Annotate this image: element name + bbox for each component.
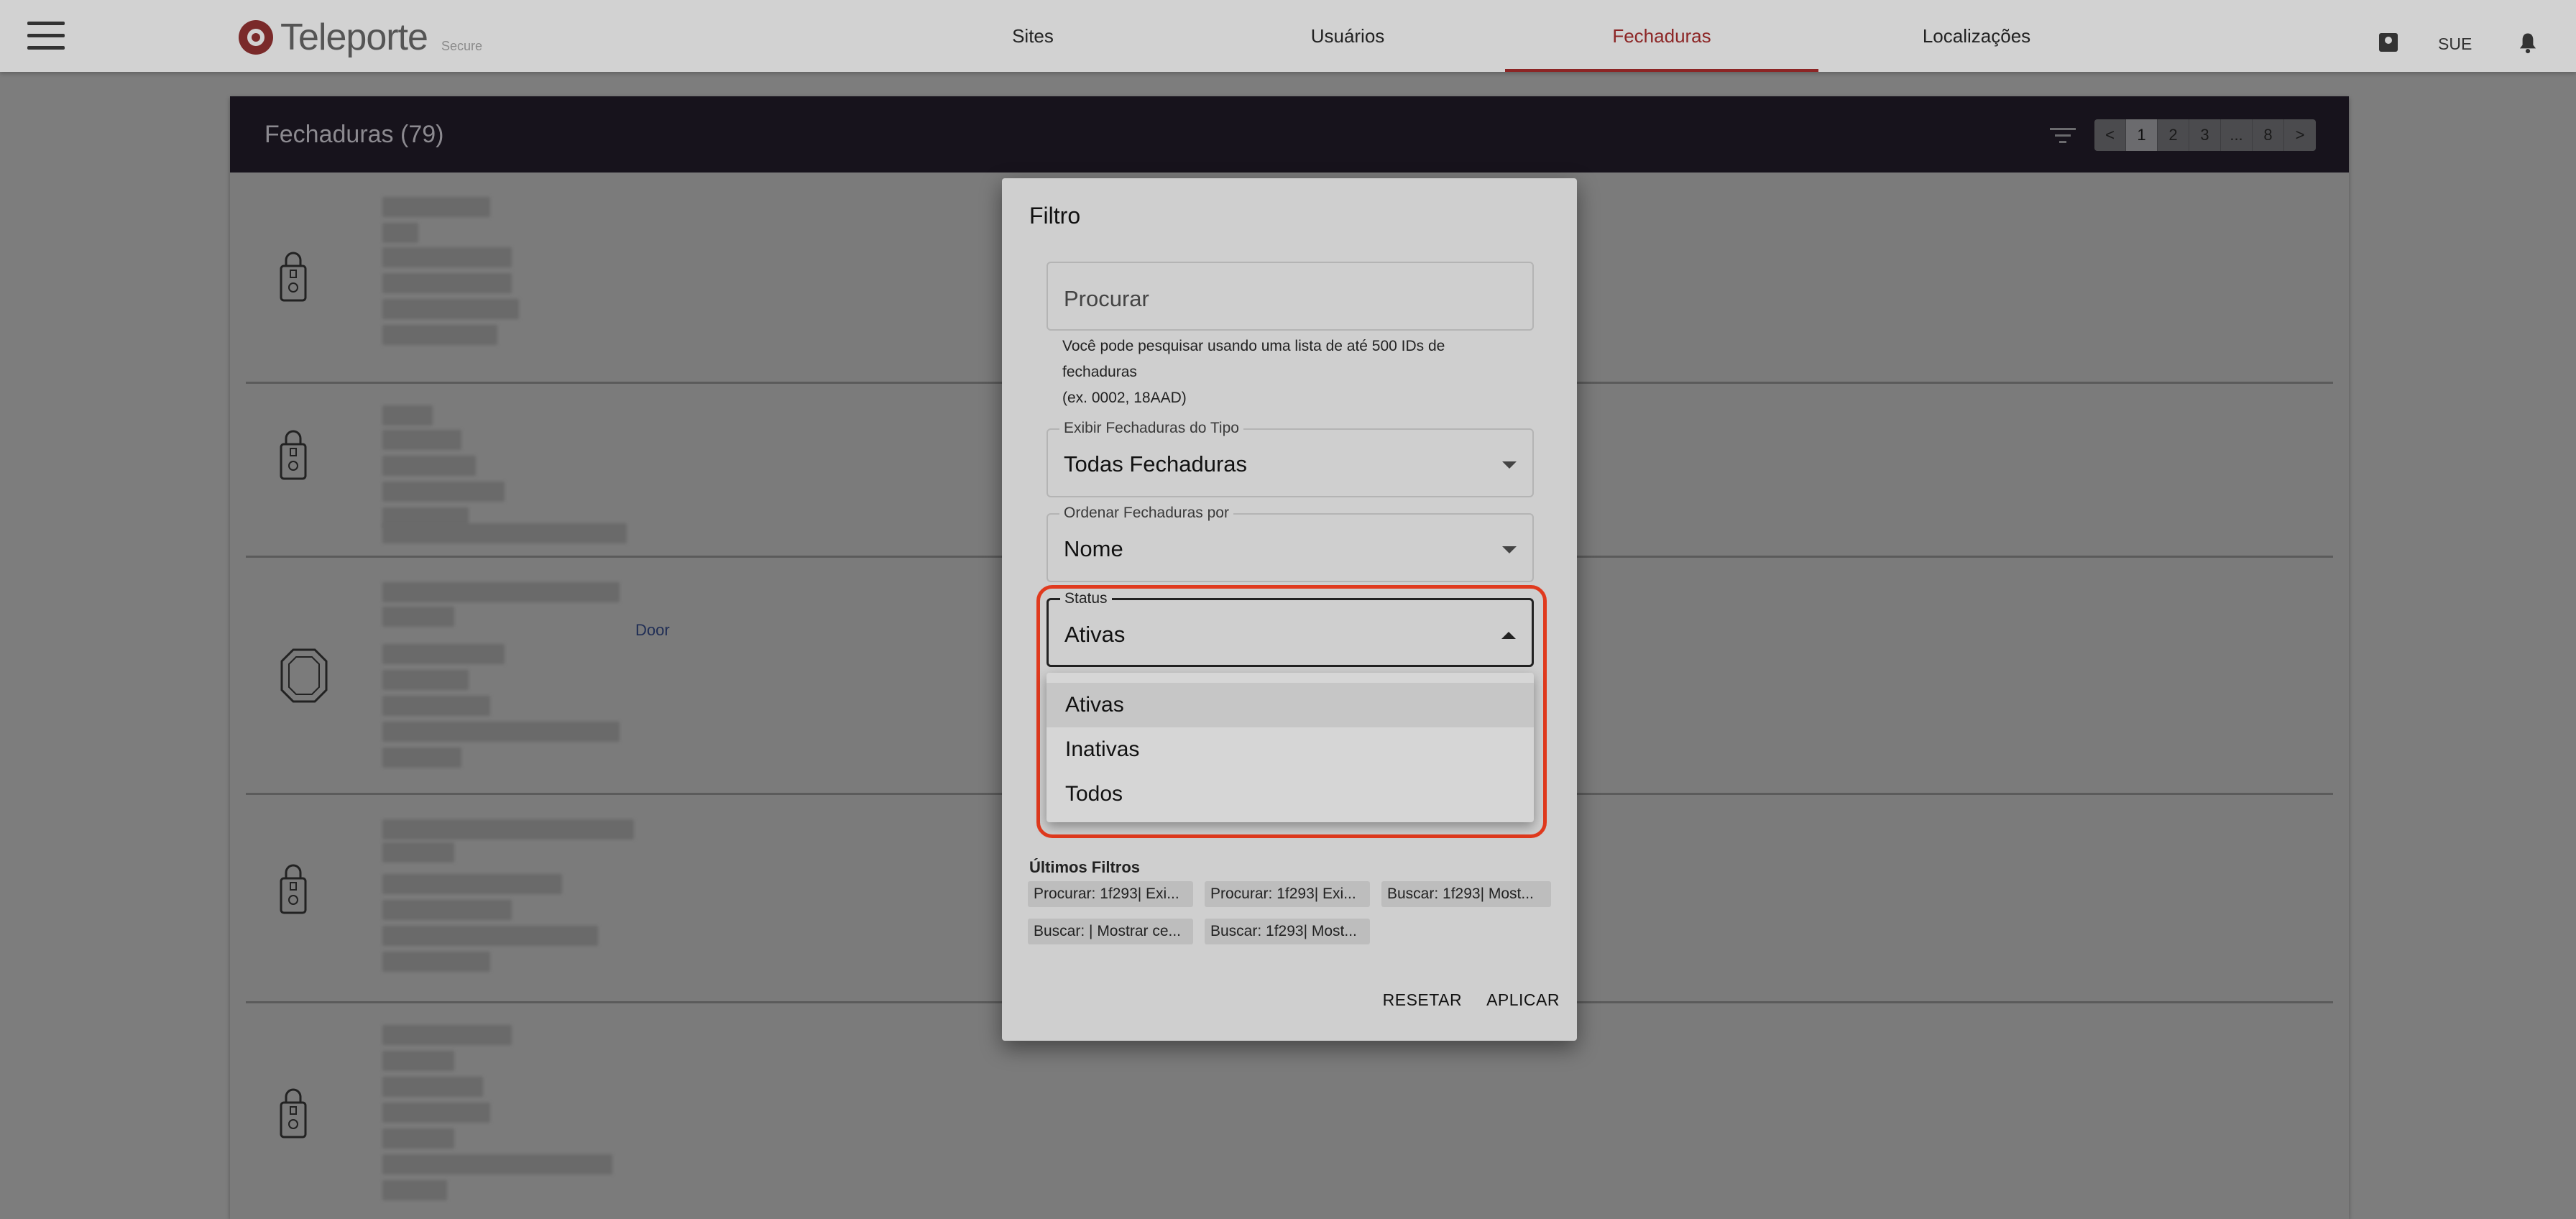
recent-filter-chip[interactable]: Procurar: 1f293| Exi... (1028, 881, 1193, 907)
lock-type-value: Todas Fechaduras (1064, 451, 1248, 477)
search-input[interactable]: Procurar (1046, 262, 1534, 331)
status-options-menu: Ativas Inativas Todos (1046, 673, 1534, 822)
contact-icon[interactable] (2379, 33, 2398, 52)
bell-icon[interactable] (2517, 32, 2539, 55)
next-page-button[interactable]: > (2284, 119, 2316, 151)
prev-page-button[interactable]: < (2094, 119, 2126, 151)
sort-order-value: Nome (1064, 536, 1123, 561)
dropdown-arrow-icon (1502, 461, 1517, 469)
dialog-title: Filtro (1029, 203, 1081, 229)
page-button-3[interactable]: 3 (2189, 119, 2221, 151)
active-tab-indicator (1505, 69, 1818, 72)
status-option-inativas[interactable]: Inativas (1046, 727, 1534, 772)
padlock-icon (280, 252, 307, 302)
status-label: Status (1060, 590, 1112, 607)
user-label[interactable]: SUE (2438, 34, 2472, 54)
lock-type-select[interactable]: Exibir Fechaduras do Tipo Todas Fechadur… (1046, 420, 1534, 497)
lock-type-label: Exibir Fechaduras do Tipo (1059, 420, 1243, 437)
nav-localizacoes[interactable]: Localizações (1898, 0, 2056, 72)
search-helper-text: Você pode pesquisar usando uma lista de … (1062, 338, 1445, 406)
status-value: Ativas (1064, 622, 1126, 647)
padlock-icon (280, 1088, 307, 1138)
nav-fechaduras[interactable]: Fechaduras (1505, 0, 1818, 72)
dialog-actions: RESETAR APLICAR (1383, 990, 1560, 1010)
logo-icon (239, 20, 273, 55)
recent-filter-chip[interactable]: Buscar: | Mostrar ce... (1028, 919, 1193, 944)
status-option-todos[interactable]: Todos (1046, 772, 1534, 816)
page-button-2[interactable]: 2 (2158, 119, 2189, 151)
nav-usuarios[interactable]: Usuários (1298, 0, 1397, 72)
sort-order-label: Ordenar Fechaduras por (1059, 505, 1233, 522)
sort-order-select[interactable]: Ordenar Fechaduras por Nome (1046, 505, 1534, 582)
reset-button[interactable]: RESETAR (1383, 990, 1462, 1010)
recent-filters-title: Últimos Filtros (1029, 858, 1141, 876)
status-option-ativas[interactable]: Ativas (1046, 683, 1534, 727)
menu-icon[interactable] (27, 22, 65, 50)
app-bar: Teleporte Secure Sites Usuários Fechadur… (0, 0, 2576, 72)
card-header: Fechaduras (79) < 1 2 3 ... 8 > (230, 96, 2349, 172)
apply-button[interactable]: APLICAR (1486, 990, 1560, 1010)
recent-filter-chip[interactable]: Procurar: 1f293| Exi... (1205, 881, 1370, 907)
dropdown-arrow-icon (1502, 546, 1517, 553)
page-button-1[interactable]: 1 (2126, 119, 2158, 151)
recent-filter-chip[interactable]: Buscar: 1f293| Most... (1205, 919, 1370, 944)
octagon-lock-icon (280, 648, 328, 703)
search-placeholder: Procurar (1064, 286, 1149, 311)
brand-subtitle: Secure (441, 39, 483, 53)
dropdown-arrow-up-icon (1501, 632, 1516, 639)
status-select[interactable]: Status Ativas (1046, 590, 1534, 667)
filter-dialog: Filtro Procurar Você pode pesquisar usan… (1002, 178, 1577, 1041)
card-title: Fechaduras (79) (264, 121, 444, 148)
recent-filter-chip[interactable]: Buscar: 1f293| Most... (1381, 881, 1551, 907)
padlock-icon (280, 430, 307, 480)
filter-icon[interactable] (2050, 126, 2076, 145)
nav-sites[interactable]: Sites (985, 0, 1081, 72)
page-button-8[interactable]: 8 (2253, 119, 2284, 151)
logo[interactable]: Teleporte Secure (239, 16, 482, 59)
padlock-icon (280, 864, 307, 914)
pagination: < 1 2 3 ... 8 > (2094, 119, 2316, 151)
brand-name: Teleporte (280, 17, 428, 58)
page-ellipsis: ... (2221, 119, 2253, 151)
